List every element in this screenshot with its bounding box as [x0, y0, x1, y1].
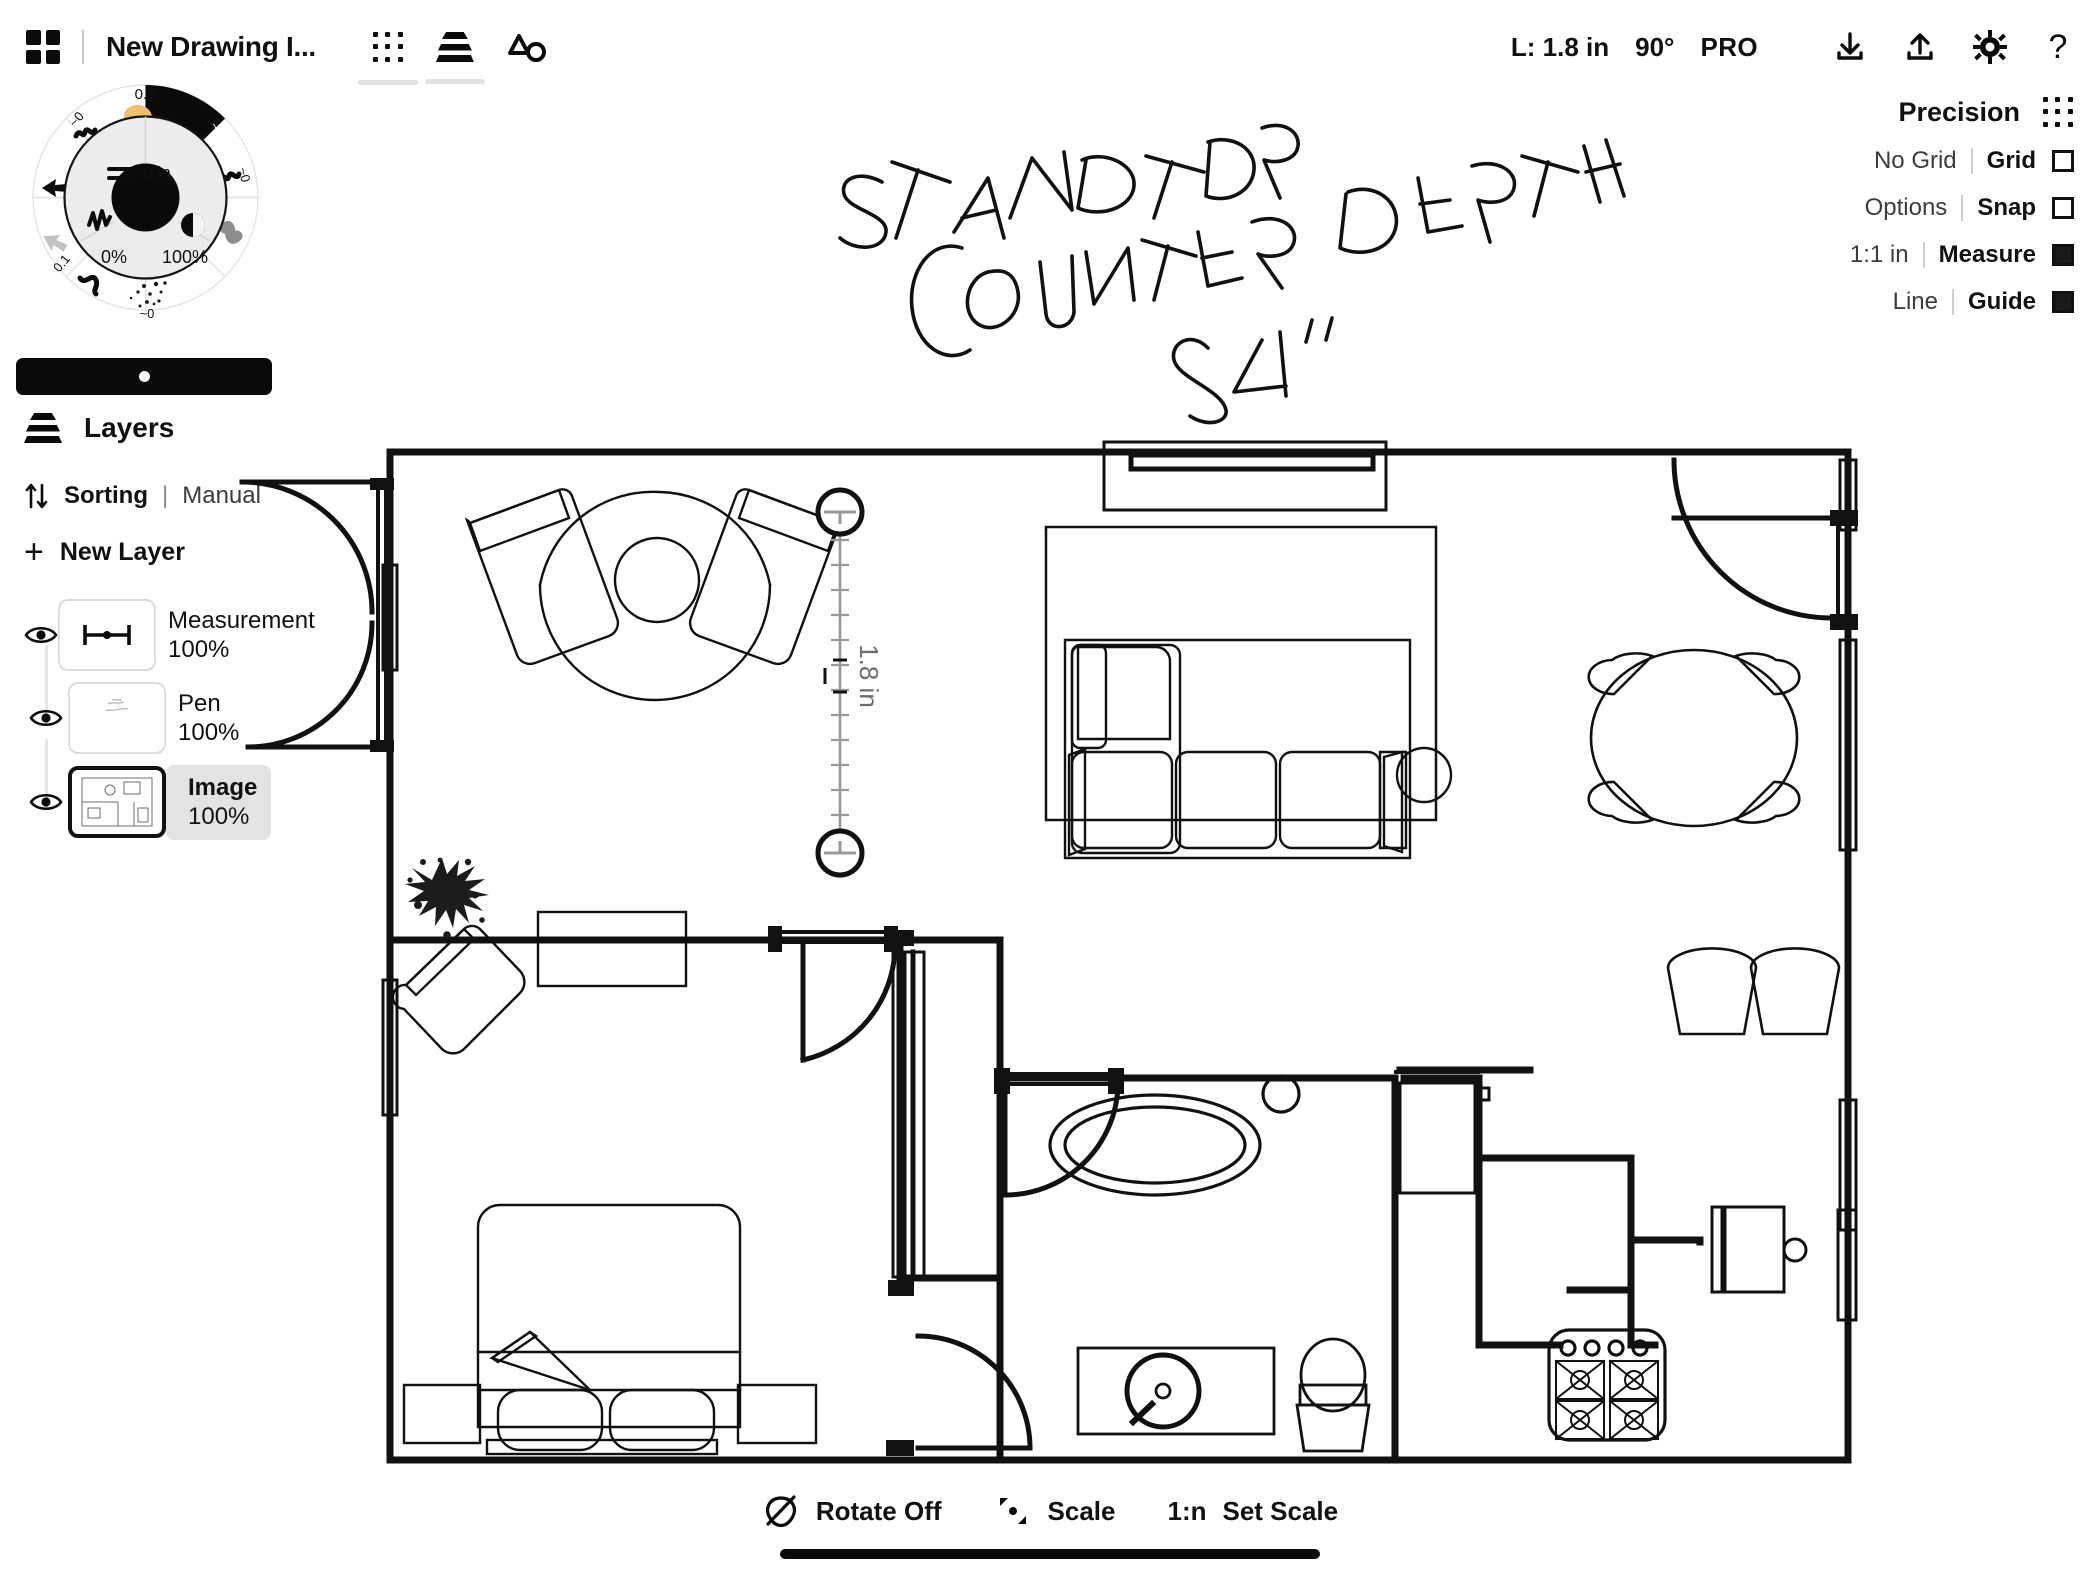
pro-badge[interactable]: PRO: [1700, 32, 1758, 63]
grid-checkbox[interactable]: [2052, 150, 2074, 172]
sorting-separator: |: [162, 482, 169, 509]
layers-sorting-row[interactable]: Sorting | Manual: [24, 482, 304, 510]
eye-icon[interactable]: [24, 707, 68, 729]
plus-icon: +: [24, 532, 44, 571]
sorting-label: Sorting: [64, 482, 148, 509]
row-divider: [1951, 289, 1954, 315]
upload-icon[interactable]: [1902, 29, 1938, 65]
dot-grid-icon[interactable]: [2042, 96, 2074, 128]
guide-label: Guide: [1967, 288, 2036, 315]
rotate-off-icon: [765, 1495, 796, 1528]
guide-checkbox[interactable]: [2052, 291, 2074, 313]
sort-arrows-icon: [25, 483, 48, 509]
precision-row-measure[interactable]: 1:1 in Measure: [1850, 241, 2074, 269]
measure-checkbox[interactable]: [2052, 244, 2074, 266]
scale-corner-icon: [999, 1498, 1026, 1524]
bottom-toolbar-row: Rotate Off Scale 1:n Set Scale: [736, 1492, 1364, 1530]
layer-opacity: 100%: [168, 636, 230, 663]
rotate-off-button[interactable]: Rotate Off: [762, 1492, 942, 1530]
brush-size-slider[interactable]: [16, 358, 272, 395]
layer-opacity: 100%: [178, 719, 240, 746]
rotate-off-label: Rotate Off: [815, 1495, 942, 1526]
pen-scribble-icon: [105, 698, 129, 712]
precision-title: Precision: [1898, 96, 2020, 127]
home-indicator: [780, 1549, 1320, 1559]
svg-text:~0: ~0: [140, 306, 155, 321]
svg-text:0.9: 0.9: [135, 86, 156, 103]
handwritten-annotation: [838, 123, 1626, 425]
layer-name: Measurement: [168, 606, 315, 634]
precision-panel: Precision No Grid Grid Options Snap 1:1 …: [1754, 96, 2074, 316]
layer-list: Measurement 100% Pen 100% Image 100%: [24, 599, 315, 840]
toolbar-right-group: L: 1.8 in 90° PRO ?: [1511, 28, 2100, 66]
grid-squares-icon[interactable]: [26, 30, 60, 64]
layer-thumbnail[interactable]: [68, 682, 166, 754]
grid-label: Grid: [1986, 147, 2036, 174]
download-icon[interactable]: [1832, 29, 1868, 65]
tool-wheel[interactable]: 0.9 ~0 ~0 ~0 0.1 ~0 ~0 in 0% 100%: [18, 70, 273, 325]
svg-text:100%: 100%: [162, 247, 208, 267]
angle-status: 90°: [1635, 31, 1675, 62]
floorplan-layer: [239, 440, 1858, 1464]
top-toolbar: New Drawing I... L: 1.8 in 90° PRO ?: [0, 0, 2100, 94]
bottom-toolbar: Rotate Off Scale 1:n Set Scale: [0, 1478, 2100, 1574]
toolbar-left-group: New Drawing I...: [0, 29, 548, 85]
precision-header: Precision: [1898, 96, 2074, 128]
svg-text:~0 in: ~0 in: [133, 163, 170, 182]
new-layer-label: New Layer: [59, 538, 185, 566]
shape-snap-icon[interactable]: [506, 29, 548, 65]
floorplan-thumb-icon: [81, 777, 153, 827]
scale-label: Scale: [1047, 1495, 1116, 1526]
svg-text:0%: 0%: [101, 247, 127, 267]
layers-stack-icon[interactable]: [24, 413, 62, 443]
svg-text:?: ?: [2049, 28, 2068, 66]
eye-icon[interactable]: [24, 624, 58, 646]
measurement-label: 1.8 in: [854, 644, 884, 708]
new-layer-button[interactable]: + New Layer: [24, 532, 304, 571]
dot-grid-icon[interactable]: [357, 31, 418, 85]
document-title[interactable]: New Drawing I...: [106, 31, 316, 63]
eye-icon[interactable]: [24, 791, 68, 813]
set-scale-label: Set Scale: [1222, 1495, 1339, 1526]
layer-name: Image: [188, 774, 258, 801]
layer-item-image[interactable]: Image 100%: [24, 765, 304, 840]
set-scale-button[interactable]: 1:n Set Scale: [1167, 1496, 1338, 1527]
guide-option-value: Line: [1892, 288, 1938, 315]
precision-row-grid[interactable]: No Grid Grid: [1874, 147, 2074, 175]
row-divider: [1961, 195, 1964, 221]
slider-knob[interactable]: [138, 371, 150, 382]
help-icon[interactable]: ?: [2042, 28, 2074, 66]
row-divider: [1922, 242, 1925, 268]
layer-item-measurement[interactable]: Measurement 100%: [24, 599, 315, 671]
measure-label: Measure: [1938, 241, 2036, 268]
layers-stack-icon[interactable]: [424, 32, 485, 84]
app-root: New Drawing I... L: 1.8 in 90° PRO ? Pre…: [0, 0, 2100, 1574]
gear-icon[interactable]: [1972, 29, 2008, 65]
grid-option-value: No Grid: [1873, 147, 1957, 174]
layers-title: Layers: [84, 412, 175, 443]
tool-active-indicator: [357, 80, 418, 85]
layer-item-pen[interactable]: Pen 100%: [24, 682, 304, 754]
snap-option-value: Options: [1864, 194, 1948, 221]
layer-name: Pen: [178, 689, 221, 717]
layer-thumbnail[interactable]: [58, 599, 156, 671]
scale-ratio-value: 1:n: [1167, 1495, 1207, 1526]
measure-scale-value: 1:1 in: [1849, 241, 1909, 268]
snap-checkbox[interactable]: [2052, 197, 2074, 219]
precision-row-guide[interactable]: Line Guide: [1893, 288, 2074, 316]
layer-thumbnail[interactable]: [68, 766, 166, 839]
sorting-value: Manual: [182, 482, 261, 509]
layers-panel: Layers Sorting | Manual + New Layer Meas…: [24, 412, 315, 851]
row-divider: [1970, 148, 1973, 174]
measure-bar-icon: [83, 625, 131, 645]
layer-opacity: 100%: [188, 803, 250, 831]
scale-button[interactable]: Scale: [994, 1492, 1116, 1530]
tool-active-indicator: [424, 79, 485, 84]
length-status: L: 1.8 in: [1510, 31, 1610, 62]
snap-label: Snap: [1977, 194, 2036, 221]
precision-row-snap[interactable]: Options Snap: [1865, 194, 2074, 222]
layers-header: Layers: [24, 412, 304, 444]
toolbar-divider: [82, 30, 84, 64]
toolbar-tool-group: [357, 29, 548, 85]
